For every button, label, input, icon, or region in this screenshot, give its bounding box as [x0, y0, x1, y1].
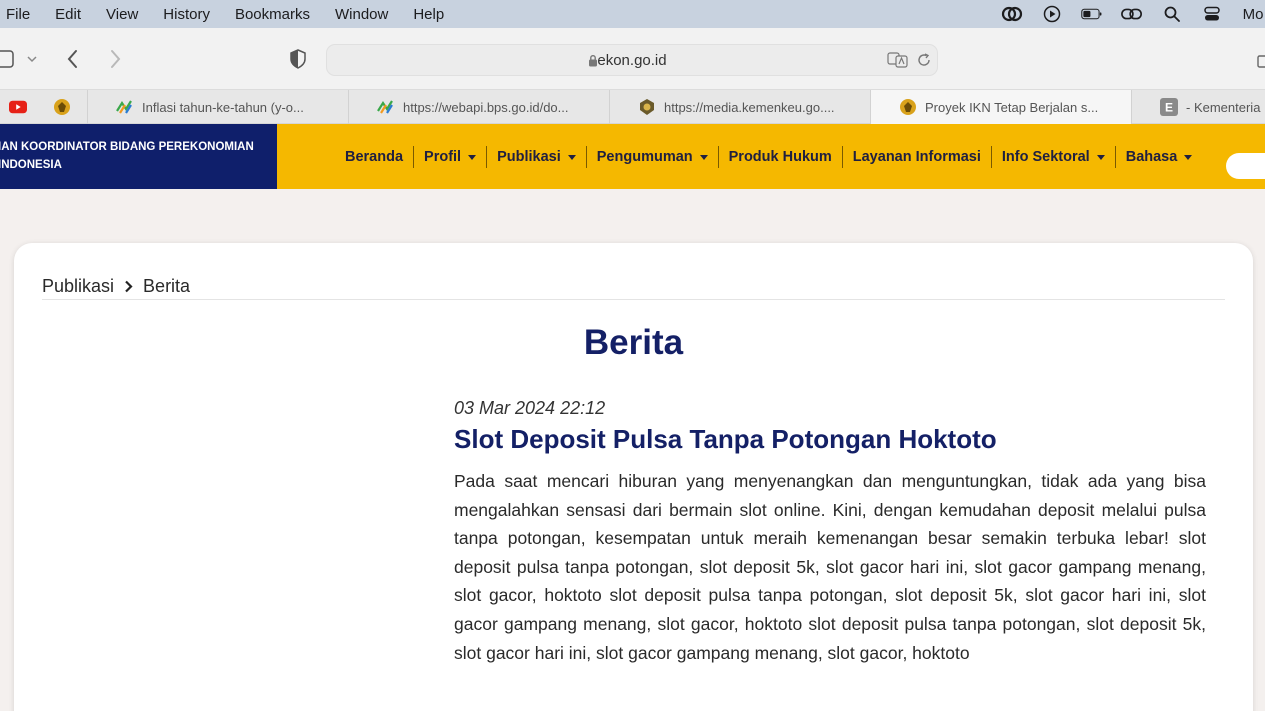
logo-line-2: INDONESIA — [0, 159, 62, 171]
play-icon[interactable] — [1041, 5, 1063, 23]
tab-label: Proyek IKN Tetap Berjalan s... — [925, 99, 1099, 115]
spotlight-search-icon[interactable] — [1161, 5, 1183, 23]
app-menu: File Edit View History Bookmarks Window … — [0, 6, 469, 23]
chevron-right-icon — [124, 280, 133, 293]
tab-pinned-garuda[interactable] — [44, 90, 88, 124]
privacy-shield-icon[interactable] — [288, 49, 308, 69]
caret-down-icon — [468, 154, 477, 160]
chevron-down-icon[interactable] — [26, 53, 38, 65]
content-card: Publikasi Berita Berita 03 Mar 2024 22:1… — [14, 243, 1253, 711]
nav-label: Bahasa — [1125, 149, 1178, 165]
caret-down-icon — [567, 154, 576, 160]
menu-bookmarks[interactable]: Bookmarks — [235, 6, 310, 23]
share-icon[interactable] — [1256, 50, 1265, 68]
status-area: Mo — [1001, 0, 1265, 28]
translate-icon[interactable] — [887, 52, 909, 73]
site-header: IAN KOORDINATOR BIDANG PEREKONOMIAN INDO… — [0, 124, 1265, 189]
tab-proyek-ikn[interactable]: Proyek IKN Tetap Berjalan s... — [871, 90, 1132, 124]
nav-bahasa[interactable]: Bahasa — [1116, 146, 1203, 168]
breadcrumb-divider — [42, 299, 1225, 300]
garuda-icon — [899, 98, 917, 116]
nav-label: Produk Hukum — [728, 149, 832, 165]
logo-line-1: IAN KOORDINATOR BIDANG PEREKONOMIAN — [0, 141, 254, 153]
site-search-input[interactable] — [1226, 153, 1265, 179]
nav-produk-hukum[interactable]: Produk Hukum — [719, 146, 843, 168]
menu-file[interactable]: File — [6, 6, 30, 23]
breadcrumb-current: Berita — [143, 276, 191, 296]
e-icon: E — [1160, 98, 1178, 116]
nav-label: Beranda — [345, 149, 404, 165]
article-date: 03 Mar 2024 22:12 — [454, 398, 606, 418]
nav-profil[interactable]: Profil — [414, 146, 488, 168]
nav-pengumuman[interactable]: Pengumuman — [587, 146, 719, 168]
address-bar[interactable]: ekon.go.id — [326, 44, 938, 76]
caret-down-icon — [1184, 154, 1193, 160]
link-icon[interactable] — [1121, 5, 1143, 23]
tab-inflasi[interactable]: Inflasi tahun-ke-tahun (y-o... — [88, 90, 349, 124]
tab-label: Inflasi tahun-ke-tahun (y-o... — [142, 99, 304, 115]
menu-history[interactable]: History — [163, 6, 210, 23]
clock-text[interactable]: Mo — [1241, 5, 1265, 23]
macos-menubar: File Edit View History Bookmarks Window … — [0, 0, 1265, 28]
tab-kementerian[interactable]: E - Kementeria — [1132, 90, 1265, 124]
sidebar-toggle-icon[interactable] — [0, 49, 14, 69]
tab-label: https://webapi.bps.go.id/do... — [403, 99, 569, 115]
breadcrumb-parent[interactable]: Publikasi — [42, 276, 114, 297]
site-logo[interactable]: IAN KOORDINATOR BIDANG PEREKONOMIAN INDO… — [0, 124, 277, 189]
back-icon[interactable] — [62, 48, 84, 70]
page-title: Berita — [583, 323, 684, 362]
reload-icon[interactable] — [917, 53, 931, 72]
youtube-icon — [9, 98, 27, 116]
caret-down-icon — [699, 154, 708, 160]
breadcrumb: Publikasi Berita — [42, 276, 190, 297]
creative-cloud-icon[interactable] — [1001, 5, 1023, 23]
menu-help[interactable]: Help — [413, 6, 444, 23]
battery-icon[interactable] — [1081, 5, 1103, 23]
bps-icon — [377, 98, 395, 116]
main-nav: Beranda Profil Publikasi Pengumuman Prod… — [335, 145, 1202, 169]
tab-bps-webapi[interactable]: https://webapi.bps.go.id/do... — [349, 90, 610, 124]
nav-label: Info Sektoral — [1001, 149, 1090, 165]
url-text[interactable]: ekon.go.id — [327, 52, 937, 69]
menu-edit[interactable]: Edit — [55, 6, 81, 23]
nav-info-sektoral[interactable]: Info Sektoral — [992, 146, 1116, 168]
control-center-icon[interactable] — [1201, 5, 1223, 23]
nav-beranda[interactable]: Beranda — [335, 146, 415, 168]
bps-icon — [116, 98, 134, 116]
menu-view[interactable]: View — [106, 6, 138, 23]
nav-publikasi[interactable]: Publikasi — [487, 146, 587, 168]
nav-layanan-informasi[interactable]: Layanan Informasi — [843, 146, 992, 168]
tab-pinned-youtube[interactable] — [0, 90, 44, 124]
article-body: Pada saat mencari hiburan yang menyenang… — [454, 471, 1206, 663]
forward-icon[interactable] — [104, 48, 126, 70]
kemenkeu-icon — [638, 98, 656, 116]
tab-kemenkeu[interactable]: https://media.kemenkeu.go.... — [610, 90, 871, 124]
caret-down-icon — [1096, 154, 1105, 160]
article-title[interactable]: Slot Deposit Pulsa Tanpa Potongan Hoktot… — [454, 424, 997, 455]
nav-label: Layanan Informasi — [852, 149, 981, 165]
browser-toolbar: ekon.go.id — [0, 28, 1265, 90]
nav-label: Publikasi — [497, 149, 561, 165]
tab-label: - Kementeria — [1186, 99, 1261, 115]
nav-label: Profil — [424, 149, 462, 165]
tab-label: https://media.kemenkeu.go.... — [664, 99, 835, 115]
garuda-icon — [53, 98, 71, 116]
menu-window[interactable]: Window — [335, 6, 388, 23]
tab-bar: Inflasi tahun-ke-tahun (y-o... https://w… — [0, 90, 1265, 124]
nav-label: Pengumuman — [596, 149, 693, 165]
svg-text:E: E — [1165, 101, 1173, 115]
